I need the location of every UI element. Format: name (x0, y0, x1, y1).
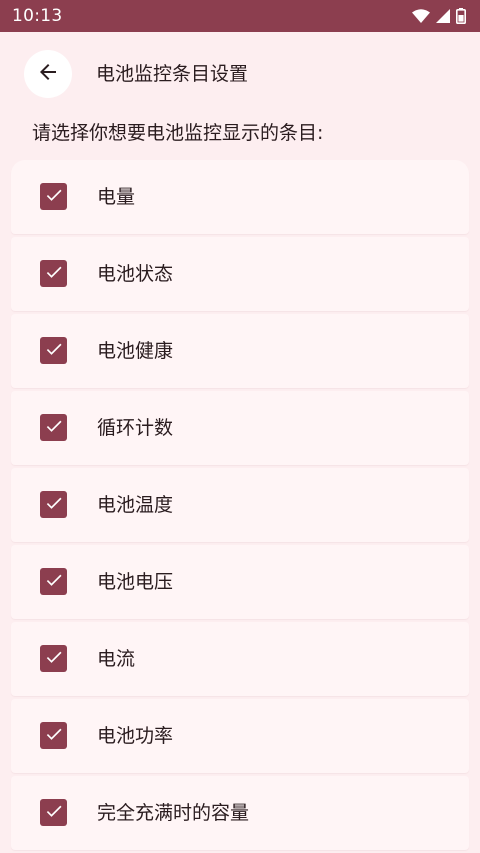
battery-icon (456, 8, 466, 24)
checkbox[interactable] (40, 260, 67, 287)
signal-icon (436, 9, 450, 23)
check-icon (44, 262, 64, 286)
status-icons (412, 8, 466, 24)
status-time: 10:13 (12, 6, 63, 26)
check-icon (44, 339, 64, 363)
checkbox[interactable] (40, 645, 67, 672)
check-icon (44, 416, 64, 440)
check-icon (44, 570, 64, 594)
list-item[interactable]: 完全充满时的容量 (11, 776, 469, 850)
check-icon (44, 801, 64, 825)
check-icon (44, 493, 64, 517)
instruction-text: 请选择你想要电池监控显示的条目: (32, 122, 324, 144)
checkbox[interactable] (40, 799, 67, 826)
item-label: 电池状态 (97, 263, 174, 285)
list-item[interactable]: 电流 (11, 622, 469, 696)
status-bar: 10:13 (0, 0, 480, 32)
page-title: 电池监控条目设置 (96, 63, 249, 85)
checkbox[interactable] (40, 414, 67, 441)
checkbox[interactable] (40, 722, 67, 749)
wifi-icon (412, 9, 430, 23)
item-label: 电量 (97, 186, 136, 208)
app-bar: 电池监控条目设置 (0, 32, 480, 116)
item-label: 电池电压 (97, 571, 174, 593)
list-item[interactable]: 电池功率 (11, 699, 469, 773)
checkbox[interactable] (40, 491, 67, 518)
checkbox[interactable] (40, 337, 67, 364)
check-icon (44, 724, 64, 748)
list-item[interactable]: 电池温度 (11, 468, 469, 542)
back-button[interactable] (24, 50, 72, 98)
list-item[interactable]: 电池电压 (11, 545, 469, 619)
item-label: 循环计数 (97, 417, 174, 439)
item-label: 电池温度 (97, 494, 174, 516)
list-item[interactable]: 电量 (11, 160, 469, 234)
item-label: 电池功率 (97, 725, 174, 747)
list-item[interactable]: 循环计数 (11, 391, 469, 465)
check-icon (44, 185, 64, 209)
list-item[interactable]: 电池健康 (11, 314, 469, 388)
item-label: 完全充满时的容量 (97, 802, 250, 824)
checkbox[interactable] (40, 183, 67, 210)
item-label: 电流 (97, 648, 136, 670)
checkbox[interactable] (40, 568, 67, 595)
arrow-left-icon (36, 60, 60, 88)
list-item[interactable]: 电池状态 (11, 237, 469, 311)
item-label: 电池健康 (97, 340, 174, 362)
item-list: 电量电池状态电池健康循环计数电池温度电池电压电流电池功率完全充满时的容量 (11, 160, 469, 853)
check-icon (44, 647, 64, 671)
